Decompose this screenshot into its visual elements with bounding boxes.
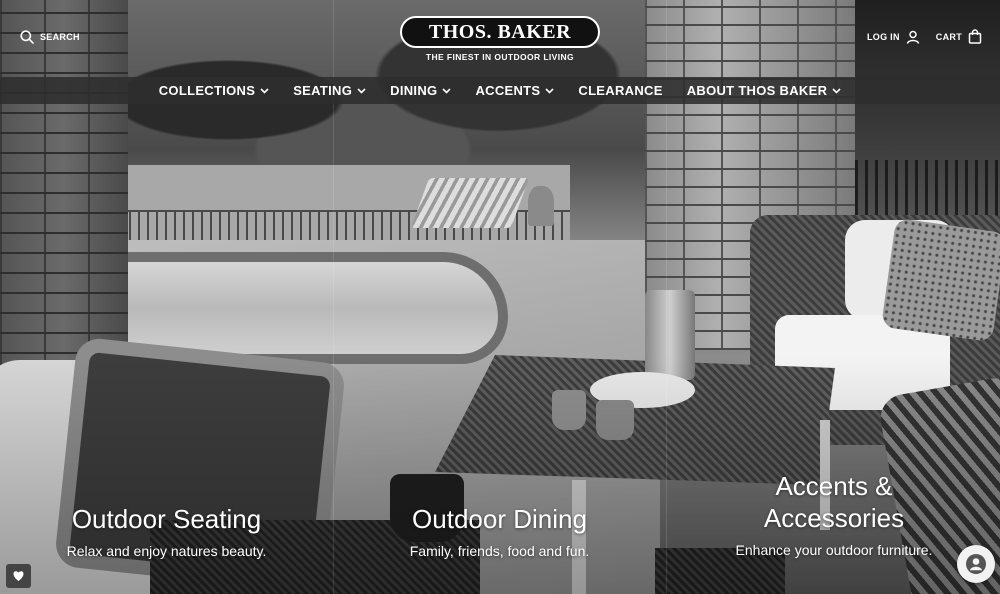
search-button[interactable]: SEARCH [20,30,80,44]
nav-collections[interactable]: COLLECTIONS [159,83,269,98]
heart-icon [13,571,24,581]
nav-label: SEATING [293,83,353,98]
chevron-down-icon [260,87,269,94]
category-outdoor-dining[interactable]: Outdoor Dining Family, friends, food and… [343,503,656,559]
login-link[interactable]: LOG IN [867,30,920,44]
nav-about[interactable]: ABOUT THOS BAKER [687,83,842,98]
cart-label: CART [935,31,962,42]
panel-subtitle: Enhance your outdoor furniture. [735,542,933,558]
chevron-down-icon [545,87,554,94]
search-label: SEARCH [40,32,80,42]
user-icon [906,30,920,44]
chevron-down-icon [832,87,841,94]
nav-seating[interactable]: SEATING [293,83,366,98]
account-chat-button[interactable] [957,545,995,583]
nav-accents[interactable]: ACCENTS [475,83,554,98]
chevron-down-icon [357,87,366,94]
nav-label: DINING [390,83,438,98]
login-label: LOG IN [866,31,900,42]
panel-title: Outdoor Dining [412,504,587,534]
nav-label: ABOUT THOS BAKER [686,83,828,98]
logo-tagline: THE FINEST IN OUTDOOR LIVING [425,52,575,62]
wishlist-button[interactable] [6,564,31,588]
search-icon [20,30,34,44]
user-icon [966,554,986,574]
panel-title-line1: Accents & [775,471,893,501]
cart-link[interactable]: CART [936,29,982,44]
nav-label: CLEARANCE [578,83,663,98]
nav-dining[interactable]: DINING [390,83,452,98]
account-links: LOG IN CART [867,29,982,44]
panel-subtitle: Family, friends, food and fun. [409,543,590,559]
panel-title: Outdoor Seating [71,504,262,534]
logo-text: THOS. BAKER [400,16,600,48]
category-accents-accessories[interactable]: Accents & Accessories Enhance your outdo… [676,470,992,558]
brand-logo[interactable]: THOS. BAKER THE FINEST IN OUTDOOR LIVING [400,16,600,62]
nav-label: ACCENTS [475,83,541,98]
nav-clearance[interactable]: CLEARANCE [578,83,662,98]
main-navigation: COLLECTIONS SEATING DINING ACCENTS CLEAR… [0,77,1000,104]
category-outdoor-seating[interactable]: Outdoor Seating Relax and enjoy natures … [10,503,323,559]
shopping-bag-icon [968,29,982,44]
chevron-down-icon [442,87,452,94]
nav-label: COLLECTIONS [158,83,256,98]
panel-subtitle: Relax and enjoy natures beauty. [66,543,267,559]
panel-title-line2: Accessories [763,503,905,533]
